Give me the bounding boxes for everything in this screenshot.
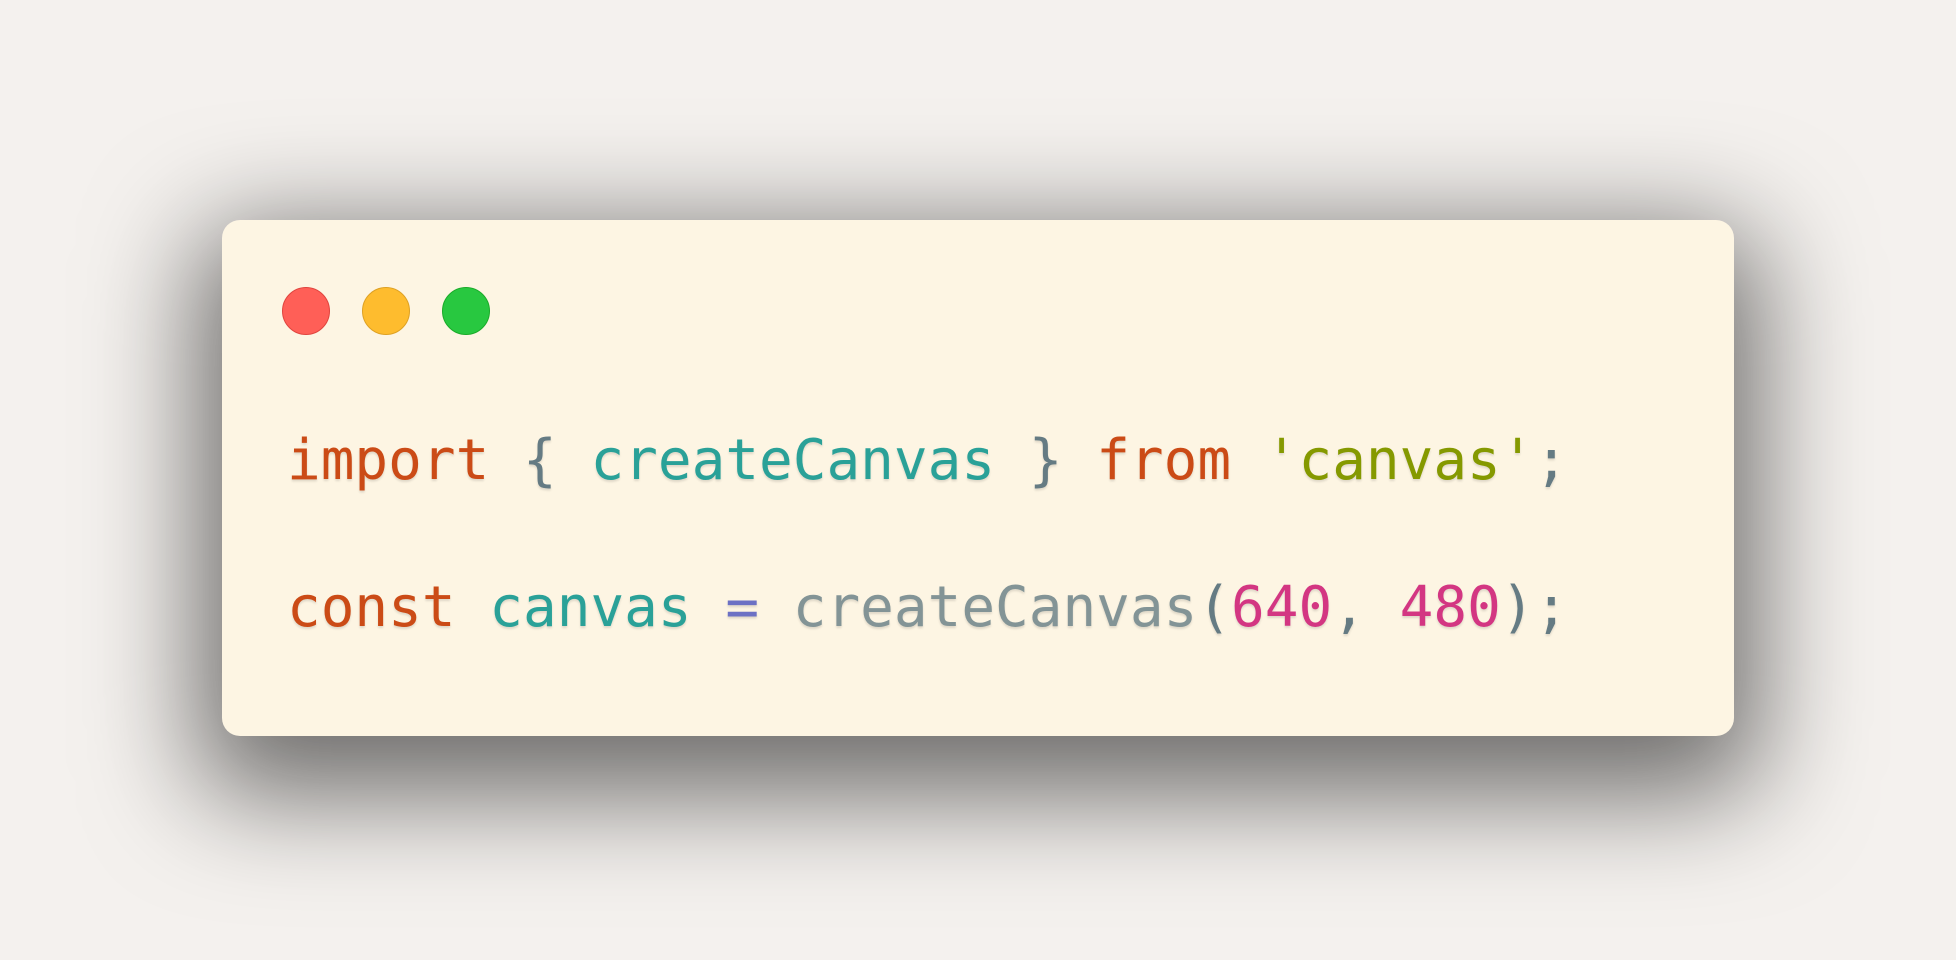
code-line-const: const canvas = createCanvas(640, 480); bbox=[287, 573, 1568, 643]
code-line-import: import { createCanvas } from 'canvas'; bbox=[287, 426, 1568, 496]
height-argument: 480 bbox=[1399, 575, 1501, 640]
keyword-import: import bbox=[287, 428, 490, 493]
brace-close: } bbox=[995, 428, 1097, 493]
paren-close: ); bbox=[1500, 575, 1569, 640]
minimize-window-button[interactable] bbox=[362, 287, 410, 335]
imported-identifier: createCanvas bbox=[590, 428, 996, 493]
width-argument: 640 bbox=[1231, 575, 1333, 640]
maximize-window-button[interactable] bbox=[442, 287, 490, 335]
keyword-from: from bbox=[1096, 428, 1232, 493]
keyword-const: const bbox=[287, 575, 456, 640]
assignment-operator: = bbox=[725, 575, 760, 640]
comma: , bbox=[1332, 575, 1400, 640]
brace-open: { bbox=[489, 428, 591, 493]
paren-open: ( bbox=[1197, 575, 1232, 640]
close-window-button[interactable] bbox=[282, 287, 330, 335]
module-string: 'canvas' bbox=[1264, 428, 1535, 493]
semicolon: ; bbox=[1534, 428, 1569, 493]
variable-name: canvas bbox=[489, 575, 692, 640]
function-call-name: createCanvas bbox=[792, 575, 1198, 640]
